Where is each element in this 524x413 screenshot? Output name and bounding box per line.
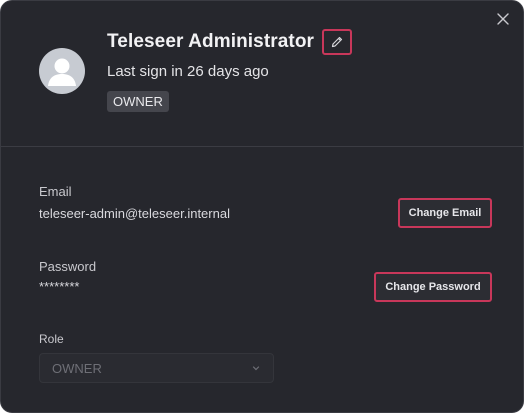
user-profile-dialog: Teleseer Administrator Last sign in 26 d…	[0, 0, 524, 413]
pencil-icon	[331, 36, 343, 48]
role-label: Role	[39, 332, 64, 346]
change-email-button[interactable]: Change Email	[398, 198, 492, 228]
role-select-value: OWNER	[52, 360, 102, 376]
last-signin-text: Last sign in 26 days ago	[107, 63, 269, 80]
email-label: Email	[39, 184, 72, 199]
chevron-down-icon	[252, 366, 260, 371]
role-select[interactable]: OWNER	[39, 353, 274, 383]
divider	[1, 146, 523, 147]
close-button[interactable]	[493, 9, 513, 29]
avatar	[39, 48, 85, 94]
close-icon	[497, 13, 509, 25]
change-password-button[interactable]: Change Password	[374, 272, 492, 302]
password-value: ********	[39, 279, 80, 294]
edit-name-button[interactable]	[322, 29, 353, 55]
user-name: Teleseer Administrator	[107, 31, 315, 52]
profile-header: Teleseer Administrator	[107, 29, 353, 55]
user-icon	[48, 58, 76, 86]
email-value: teleseer-admin@teleseer.internal	[39, 206, 230, 221]
role-badge: OWNER	[107, 91, 169, 112]
password-label: Password	[39, 259, 97, 274]
